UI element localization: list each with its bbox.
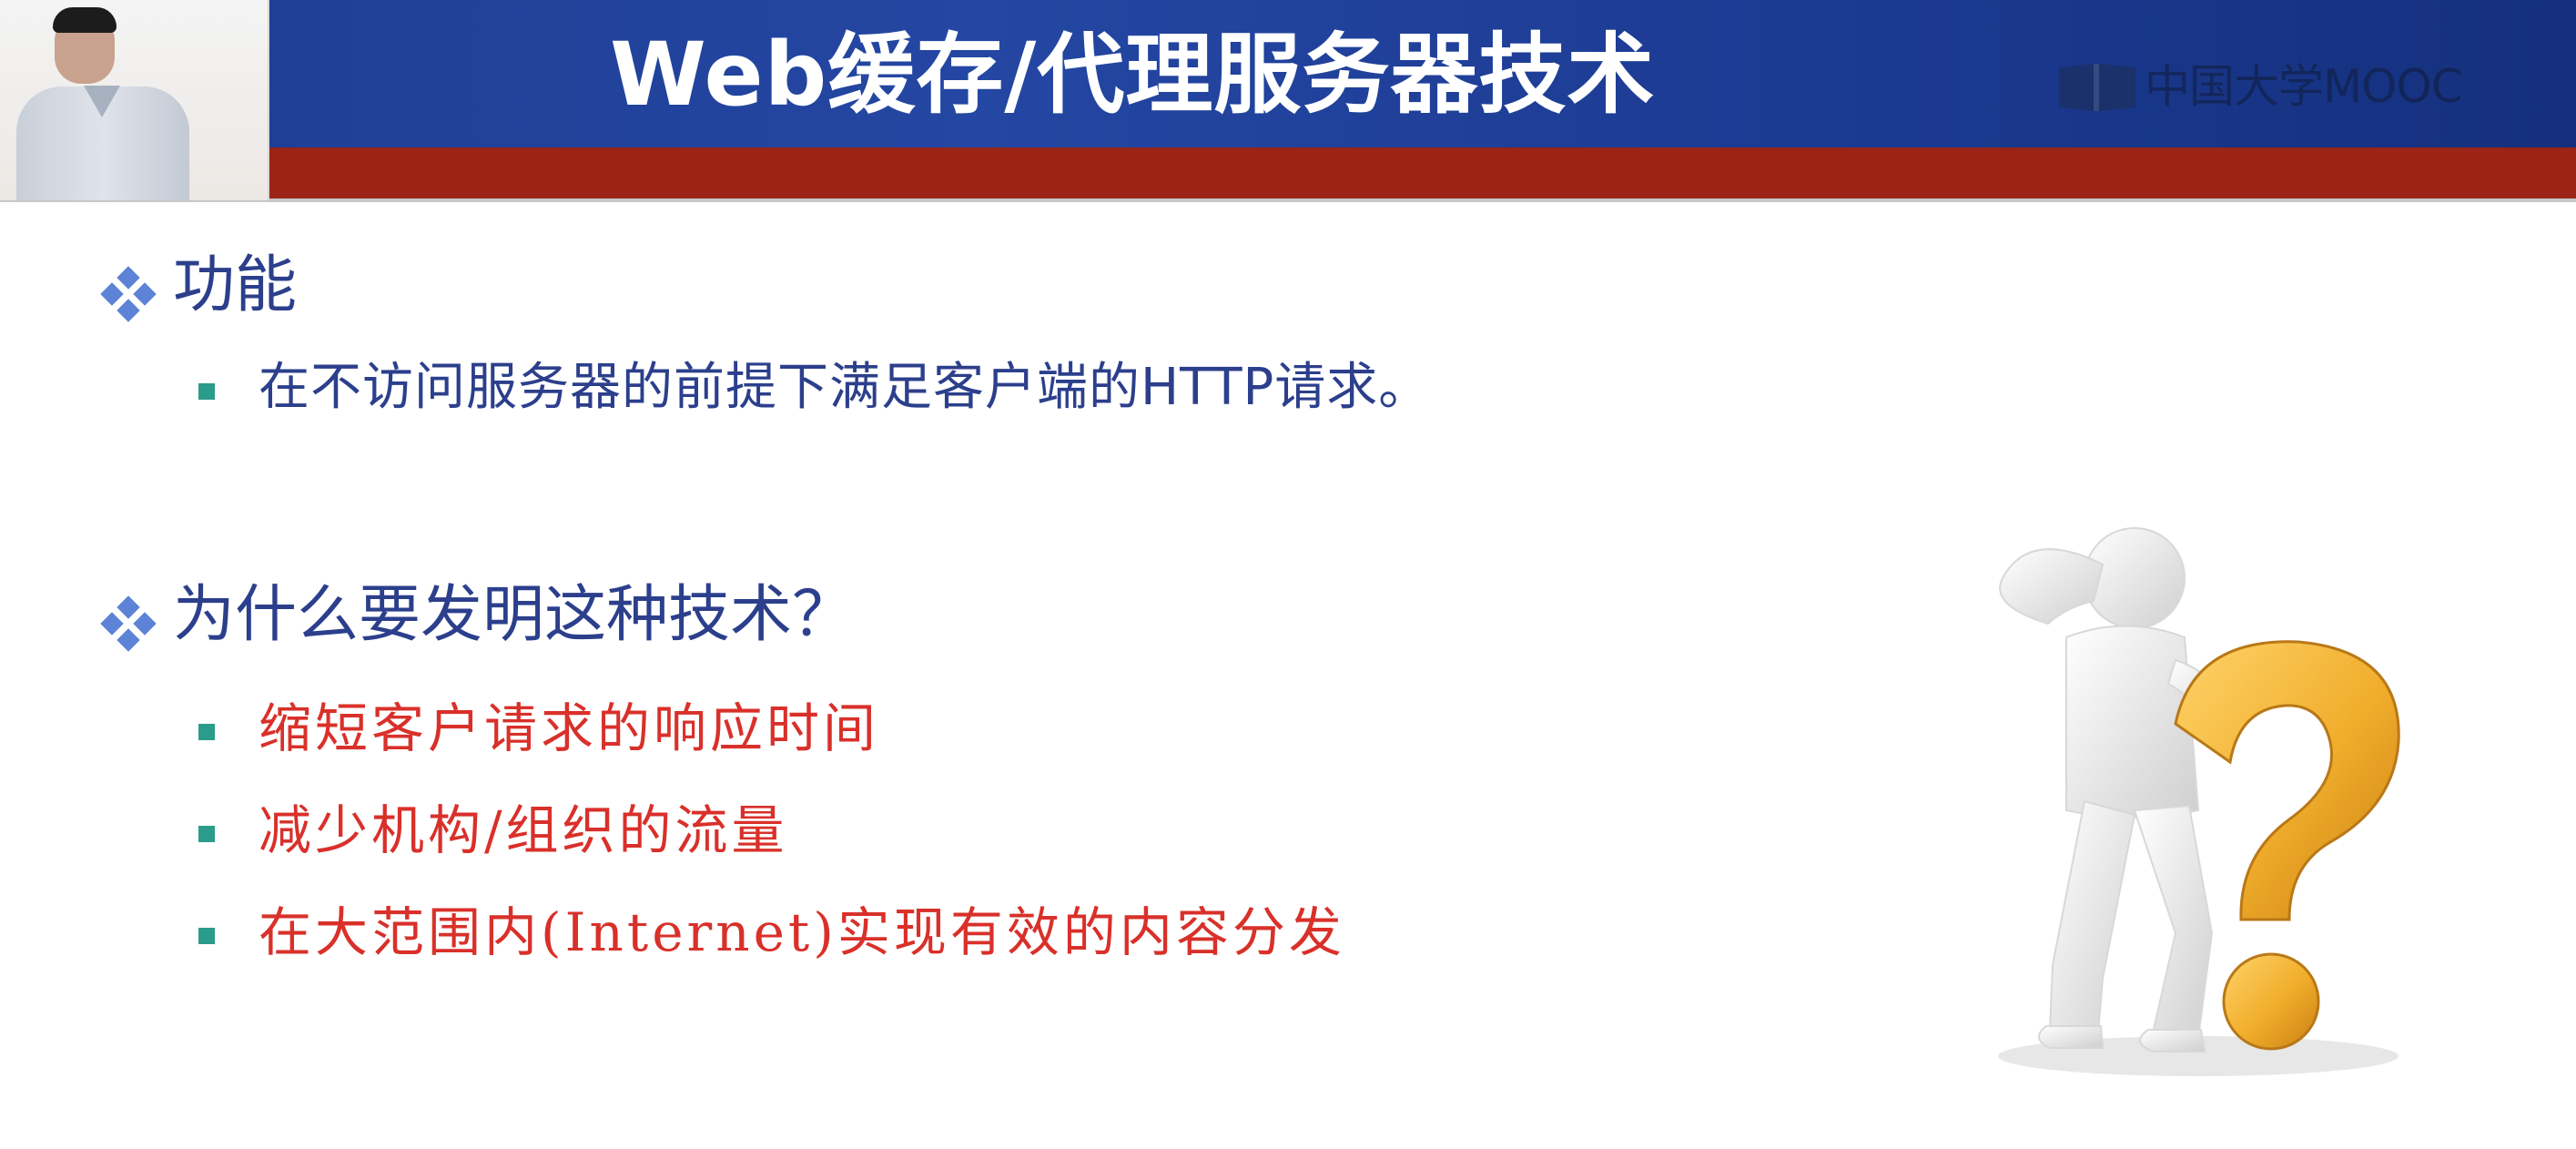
square-bullet-icon — [198, 724, 215, 740]
mooc-brand-label: 中国大学MOOC — [2145, 60, 2463, 113]
bullet-text: 在大范围内(Internet)实现有效的内容分发 — [259, 901, 1345, 963]
slide-title: Web缓存/代理服务器技术 — [610, 24, 1656, 126]
presenter-video-thumbnail[interactable] — [0, 0, 269, 200]
square-bullet-icon — [198, 383, 215, 400]
bullet-text: 减少机构/组织的流量 — [259, 799, 788, 861]
section-heading-text: 功能 — [173, 249, 298, 321]
square-bullet-icon — [198, 826, 215, 842]
mooc-book-icon — [2059, 64, 2135, 111]
question-mark — [2174, 640, 2400, 1051]
slide-header: Web缓存/代理服务器技术 中国大学MOOC — [0, 0, 2576, 202]
diamond-bullet-icon — [100, 595, 157, 652]
mooc-brand: 中国大学MOOC — [2057, 55, 2521, 118]
header-red-band — [0, 147, 2576, 200]
white-figure — [1999, 527, 2236, 1052]
illustration-svg — [1998, 527, 2400, 1076]
bullet-text: 缩短客户请求的响应时间 — [259, 697, 880, 759]
section-heading-text: 为什么要发明这种技术？ — [173, 579, 855, 651]
square-bullet-icon — [198, 928, 215, 944]
diamond-bullet-icon — [100, 266, 157, 322]
thinking-figure-question-mark-icon — [1966, 505, 2476, 1088]
slide: Web缓存/代理服务器技术 中国大学MOOC 功能 在不访问服务器的前提下满足客… — [0, 0, 2576, 1149]
bullet-text: 在不访问服务器的前提下满足客户端的HTTP请求。 — [259, 358, 1431, 417]
presenter-hair — [53, 7, 117, 33]
